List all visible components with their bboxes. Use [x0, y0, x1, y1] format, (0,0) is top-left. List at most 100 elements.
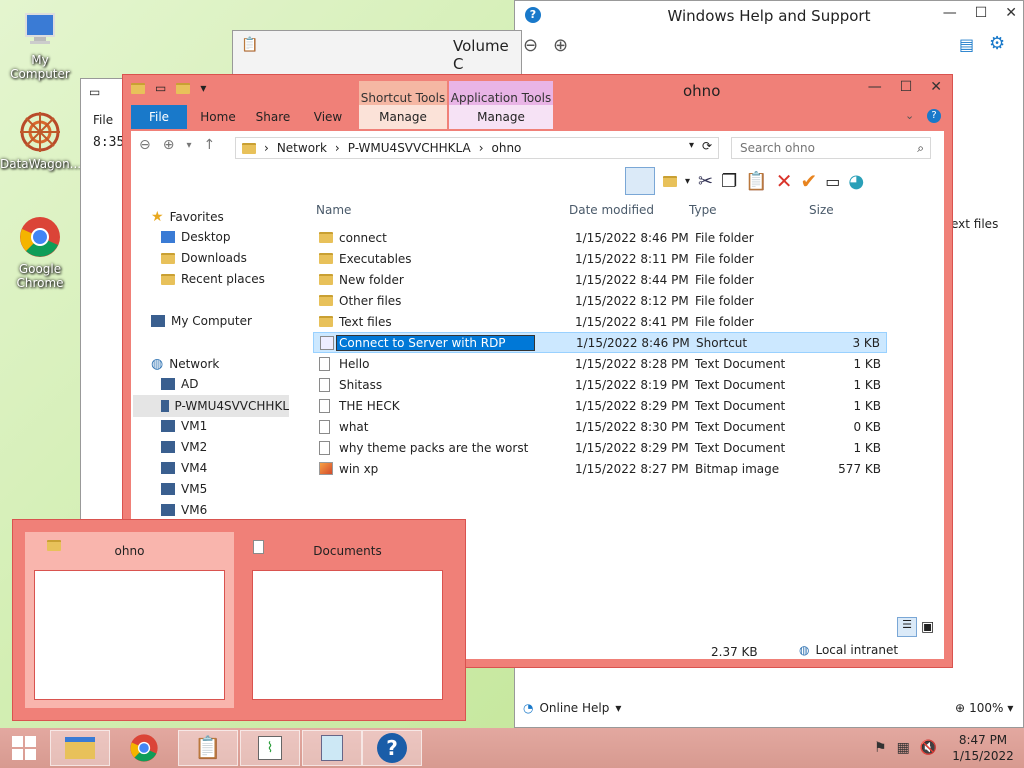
address-bar[interactable]: › Network › P-WMU4SVVCHHKLA › ohno ▾ ⟳	[235, 137, 719, 159]
table-row[interactable]: what 1/15/2022 8:30 PM Text Document 0 KB	[313, 416, 887, 437]
large-icons-view-icon[interactable]: ▣	[921, 619, 934, 635]
tab-file[interactable]: File	[131, 105, 187, 129]
clock[interactable]: 8:47 PM 1/15/2022	[948, 732, 1018, 764]
desktop-icon-datawagon[interactable]: DataWagon...	[0, 110, 81, 171]
copy-icon[interactable]: ❐	[721, 171, 737, 192]
help-question-icon[interactable]: ?	[927, 109, 941, 123]
nav-computer-vm1[interactable]: VM1	[161, 419, 207, 433]
cut-icon[interactable]: ✂	[698, 171, 713, 192]
print-icon[interactable]: ▤	[959, 35, 974, 54]
details-view-icon[interactable]: ☰	[897, 617, 917, 637]
notepad-menu-file[interactable]: File	[93, 113, 113, 127]
nav-label: Recent places	[181, 272, 265, 286]
nav-computer-selected[interactable]: P-WMU4SVVCHHKL	[133, 395, 289, 417]
taskbar-help[interactable]: ?	[362, 730, 422, 766]
table-row[interactable]: THE HECK 1/15/2022 8:29 PM Text Document 1 …	[313, 395, 887, 416]
properties-icon[interactable]: ▭	[155, 81, 166, 95]
minimize-button[interactable]: —	[868, 79, 882, 95]
new-folder-icon[interactable]	[176, 82, 191, 94]
tab-manage-shortcut[interactable]: Manage	[359, 105, 447, 129]
desktop-icon-chrome[interactable]: Google Chrome	[0, 215, 80, 290]
nav-my-computer[interactable]: My Computer	[151, 314, 252, 328]
desktop-icon-my-computer[interactable]: My Computer	[0, 10, 80, 81]
table-row[interactable]: Hello 1/15/2022 8:28 PM Text Document 1 KB	[313, 353, 887, 374]
nav-recent-places[interactable]: Recent places	[161, 272, 265, 286]
volume-muted-icon[interactable]: 🔇	[920, 740, 937, 756]
tab-share[interactable]: Share	[249, 105, 297, 129]
chevron-down-icon[interactable]: ▾	[689, 140, 694, 151]
column-header-name[interactable]: Name	[316, 203, 351, 217]
close-button[interactable]: ✕	[1005, 5, 1017, 21]
table-row[interactable]: Text files 1/15/2022 8:41 PM File folder	[313, 311, 887, 332]
table-row[interactable]: Executables 1/15/2022 8:11 PM File folder	[313, 248, 887, 269]
table-row[interactable]: Connect to Server with RDP 1/15/2022 8:46…	[313, 332, 887, 353]
taskbar-task-manager[interactable]: ⌇	[240, 730, 300, 766]
tab-home[interactable]: Home	[193, 105, 243, 129]
breadcrumb-folder[interactable]: ohno	[492, 141, 522, 155]
chevron-down-icon[interactable]: ⌄	[905, 109, 914, 122]
tab-manage-application[interactable]: Manage	[449, 105, 553, 129]
table-row[interactable]: New folder 1/15/2022 8:44 PM File folder	[313, 269, 887, 290]
forward-icon[interactable]: ⊕	[553, 35, 568, 56]
table-row[interactable]: Other files 1/15/2022 8:12 PM File folder	[313, 290, 887, 311]
column-header-date[interactable]: Date modified	[569, 203, 654, 217]
online-help-button[interactable]: ◔ Online Help ▾	[523, 701, 621, 715]
nav-network[interactable]: ◍ Network	[151, 356, 219, 372]
checkmark-icon[interactable]: ✔	[800, 169, 817, 193]
properties-icon[interactable]	[663, 175, 677, 187]
notepad-icon: ▭	[89, 85, 101, 99]
breadcrumb-computer[interactable]: P-WMU4SVVCHHKLA	[348, 141, 471, 155]
nav-downloads[interactable]: Downloads	[161, 251, 247, 265]
taskbar-explorer[interactable]	[50, 730, 110, 766]
table-row[interactable]: Shitass 1/15/2022 8:19 PM Text Document 1 K…	[313, 374, 887, 395]
file-name: why theme packs are the worst	[339, 440, 529, 455]
taskbar-notepad[interactable]	[302, 730, 362, 766]
maximize-button[interactable]: ☐	[975, 5, 988, 21]
switcher-item-documents[interactable]: Documents	[243, 532, 452, 708]
desktop-icon-label: My Computer	[10, 53, 70, 81]
back-icon[interactable]: ⊖	[523, 35, 538, 56]
refresh-icon[interactable]: ⟳	[702, 139, 712, 153]
table-row[interactable]: why theme packs are the worst 1/15/2022 8…	[313, 437, 887, 458]
table-row[interactable]: win xp 1/15/2022 8:27 PM Bitmap image 577 K…	[313, 458, 887, 479]
action-center-flag-icon[interactable]: ⚑	[874, 740, 887, 756]
preview-pane-icon[interactable]	[625, 167, 655, 195]
switcher-item-label: Documents	[313, 544, 382, 558]
shell-icon[interactable]: ◕	[848, 171, 864, 192]
taskbar-volume[interactable]: 📋	[178, 730, 238, 766]
nav-computer-vm5[interactable]: VM5	[161, 482, 207, 496]
column-header-size[interactable]: Size	[809, 203, 834, 217]
rename-input[interactable]: Connect to Server with RDP	[336, 334, 535, 351]
tab-view[interactable]: View	[303, 105, 353, 129]
switcher-item-ohno[interactable]: ohno	[25, 532, 234, 708]
chevron-down-icon[interactable]: ▾	[685, 176, 690, 187]
file-size: 1 KB	[853, 440, 881, 455]
rename-icon[interactable]: ▭	[825, 172, 840, 191]
taskbar-chrome[interactable]	[114, 730, 174, 766]
nav-computer-vm6[interactable]: VM6	[161, 503, 207, 517]
nav-computer-vm2[interactable]: VM2	[161, 440, 207, 454]
settings-gear-icon[interactable]: ⚙	[989, 33, 1005, 54]
maximize-button[interactable]: ☐	[900, 79, 913, 95]
close-button[interactable]: ✕	[930, 79, 942, 95]
nav-label: AD	[181, 377, 199, 391]
search-input[interactable]	[740, 141, 900, 155]
minimize-button[interactable]: —	[943, 5, 957, 21]
table-row[interactable]: connect 1/15/2022 8:46 PM File folder	[313, 227, 887, 248]
column-header-type[interactable]: Type	[689, 203, 717, 217]
zoom-control[interactable]: ⊕ 100% ▾	[955, 701, 1013, 715]
file-size: 0 KB	[853, 419, 881, 434]
recent-places-icon	[161, 273, 175, 285]
paste-icon[interactable]: 📋	[745, 171, 767, 192]
start-button[interactable]	[0, 730, 48, 766]
network-status-icon[interactable]: ▦	[897, 740, 910, 756]
nav-computer-vm4[interactable]: VM4	[161, 461, 207, 475]
chevron-down-icon[interactable]: ▾	[200, 81, 206, 95]
nav-desktop[interactable]: Desktop	[161, 230, 231, 244]
folder-icon	[319, 253, 333, 264]
search-box[interactable]: ⌕	[731, 137, 931, 159]
delete-icon[interactable]: ✕	[776, 169, 793, 193]
file-type: File folder	[695, 314, 754, 329]
nav-favorites[interactable]: ★ Favorites	[151, 209, 224, 225]
nav-computer-ad[interactable]: AD	[161, 377, 198, 391]
